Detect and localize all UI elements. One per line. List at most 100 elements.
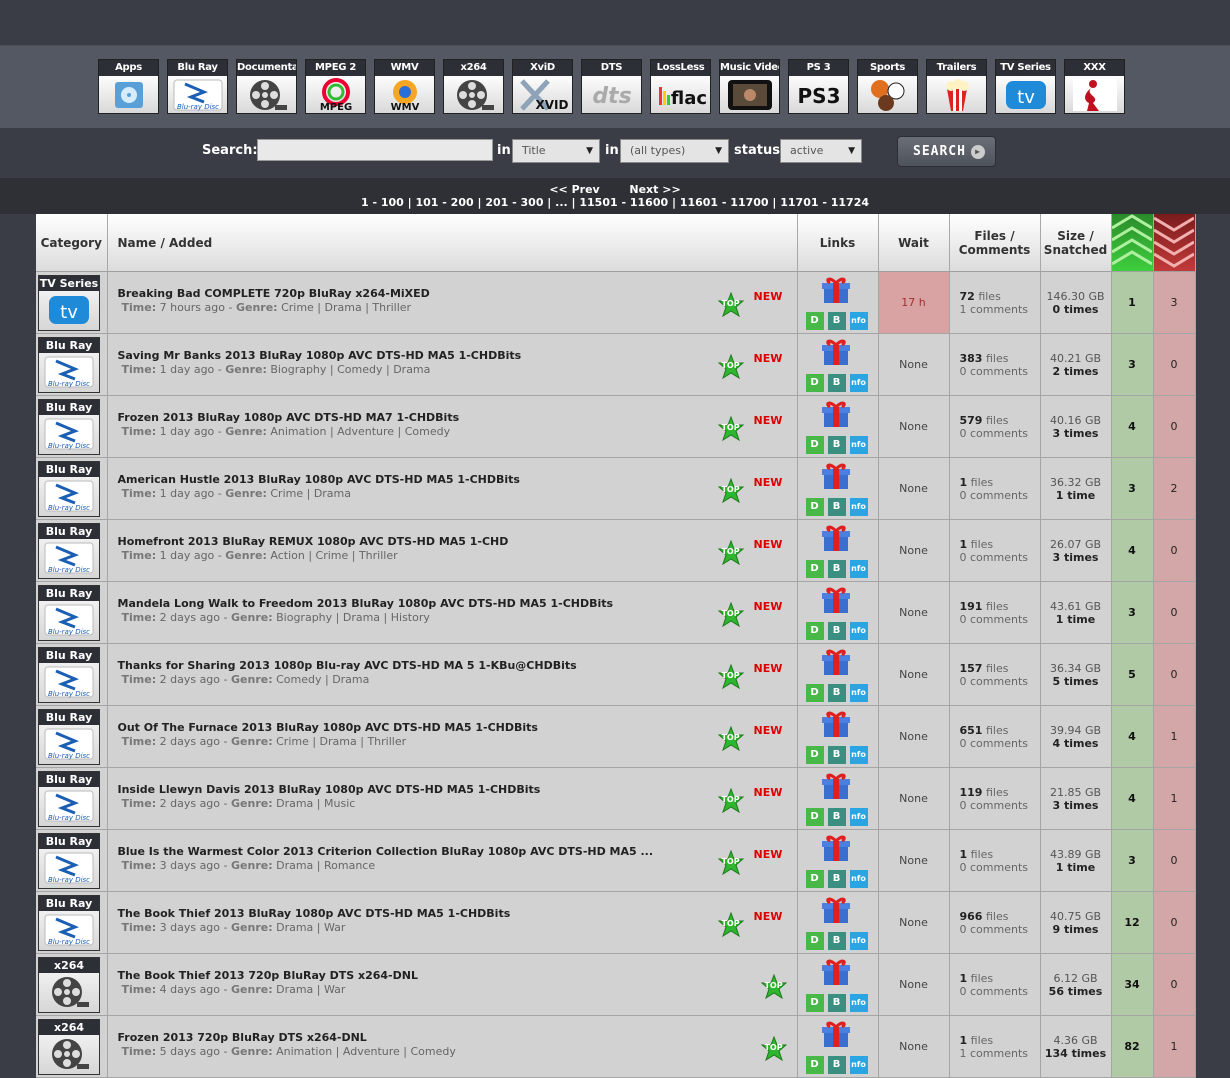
files-count[interactable]: 1	[960, 476, 968, 489]
snatched-value[interactable]: 1 time	[1056, 613, 1095, 626]
col-files-header[interactable]: Files / Comments	[949, 214, 1041, 272]
files-count[interactable]: 1	[960, 538, 968, 551]
table-row[interactable]: TV Series tv Breaking Bad COMPLETE 720p Bl…	[36, 271, 1196, 334]
download-button[interactable]: D	[805, 560, 824, 578]
table-row[interactable]: Blu Ray Blu-ray Disc The Book Thief 2013 B…	[36, 891, 1196, 954]
row-category-badge[interactable]: Blu Ray Blu-ray Disc	[38, 894, 100, 951]
files-count[interactable]: 1	[960, 972, 968, 985]
col-category-header[interactable]: Category	[36, 214, 108, 272]
nfo-button[interactable]: nfo	[849, 622, 868, 640]
leechers-cell[interactable]: 0	[1153, 333, 1196, 396]
snatched-value[interactable]: 3 times	[1053, 427, 1099, 440]
comments-count[interactable]: 0	[960, 861, 967, 874]
bookmark-button[interactable]: B	[827, 374, 846, 392]
category-cell[interactable]: Blu Ray Blu-ray Disc	[36, 891, 108, 954]
comments-count[interactable]: 0	[960, 489, 967, 502]
status-select[interactable]: active ▼	[780, 139, 862, 163]
files-count[interactable]: 157	[960, 662, 983, 675]
gift-icon[interactable]	[821, 276, 851, 304]
torrent-title-link[interactable]: Out Of The Furnace 2013 BluRay 1080p AVC…	[118, 721, 538, 734]
leechers-cell[interactable]: 1	[1153, 767, 1196, 830]
row-category-badge[interactable]: Blu Ray Blu-ray Disc	[38, 770, 100, 827]
gift-icon[interactable]	[821, 710, 851, 738]
row-category-badge[interactable]: x264	[38, 956, 100, 1013]
leechers-cell[interactable]: 1	[1153, 705, 1196, 768]
category-dts[interactable]: DTS dts	[581, 59, 642, 114]
nfo-button[interactable]: nfo	[849, 1056, 868, 1074]
bookmark-button[interactable]: B	[827, 622, 846, 640]
download-button[interactable]: D	[805, 746, 824, 764]
row-category-badge[interactable]: Blu Ray Blu-ray Disc	[38, 832, 100, 889]
table-row[interactable]: Blu Ray Blu-ray Disc Saving Mr Banks 2013 …	[36, 333, 1196, 396]
comments-count[interactable]: 1	[960, 303, 967, 316]
col-leechers-header[interactable]	[1153, 214, 1196, 272]
row-category-badge[interactable]: Blu Ray Blu-ray Disc	[38, 460, 100, 517]
snatched-value[interactable]: 3 times	[1053, 551, 1099, 564]
bookmark-button[interactable]: B	[827, 436, 846, 454]
row-category-badge[interactable]: Blu Ray Blu-ray Disc	[38, 708, 100, 765]
gift-icon[interactable]	[821, 648, 851, 676]
category-wmv[interactable]: WMV WMV	[374, 59, 435, 114]
nfo-button[interactable]: nfo	[849, 498, 868, 516]
category-cell[interactable]: Blu Ray Blu-ray Disc	[36, 643, 108, 706]
seeders-cell[interactable]: 4	[1111, 519, 1154, 582]
leechers-cell[interactable]: 0	[1153, 891, 1196, 954]
leechers-cell[interactable]: 2	[1153, 457, 1196, 520]
search-field-select[interactable]: Title ▼	[512, 139, 600, 163]
category-xvid[interactable]: XviD XVID	[512, 59, 573, 114]
download-button[interactable]: D	[805, 1056, 824, 1074]
table-row[interactable]: Blu Ray Blu-ray Disc American Hustle 2013 …	[36, 457, 1196, 520]
gift-icon[interactable]	[821, 524, 851, 552]
snatched-value[interactable]: 2 times	[1053, 365, 1099, 378]
leechers-cell[interactable]: 0	[1153, 829, 1196, 892]
torrent-title-link[interactable]: Blue Is the Warmest Color 2013 Criterion…	[118, 845, 654, 858]
category-lossless[interactable]: LossLess flac	[650, 59, 711, 114]
category-cell[interactable]: Blu Ray Blu-ray Disc	[36, 767, 108, 830]
bookmark-button[interactable]: B	[827, 684, 846, 702]
nfo-button[interactable]: nfo	[849, 808, 868, 826]
files-count[interactable]: 651	[960, 724, 983, 737]
torrent-title-link[interactable]: Thanks for Sharing 2013 1080p Blu-ray AV…	[118, 659, 577, 672]
table-row[interactable]: Blu Ray Blu-ray Disc Thanks for Sharing 20…	[36, 643, 1196, 706]
torrent-title-link[interactable]: Mandela Long Walk to Freedom 2013 BluRay…	[118, 597, 614, 610]
table-row[interactable]: Blu Ray Blu-ray Disc Homefront 2013 BluRay…	[36, 519, 1196, 582]
search-input[interactable]	[257, 139, 493, 161]
seeders-cell[interactable]: 3	[1111, 457, 1154, 520]
category-documentary[interactable]: Documentary	[236, 59, 297, 114]
download-button[interactable]: D	[805, 994, 824, 1012]
category-cell[interactable]: Blu Ray Blu-ray Disc	[36, 581, 108, 644]
gift-icon[interactable]	[821, 896, 851, 924]
leechers-cell[interactable]: 1	[1153, 1015, 1196, 1078]
nfo-button[interactable]: nfo	[849, 994, 868, 1012]
category-x264[interactable]: x264	[443, 59, 504, 114]
gift-icon[interactable]	[821, 1020, 851, 1048]
gift-icon[interactable]	[821, 338, 851, 366]
bookmark-button[interactable]: B	[827, 808, 846, 826]
seeders-cell[interactable]: 12	[1111, 891, 1154, 954]
seeders-cell[interactable]: 34	[1111, 953, 1154, 1016]
nfo-button[interactable]: nfo	[849, 560, 868, 578]
bookmark-button[interactable]: B	[827, 932, 846, 950]
download-button[interactable]: D	[805, 808, 824, 826]
gift-icon[interactable]	[821, 958, 851, 986]
seeders-cell[interactable]: 3	[1111, 581, 1154, 644]
category-cell[interactable]: x264	[36, 1015, 108, 1078]
comments-count[interactable]: 0	[960, 551, 967, 564]
bookmark-button[interactable]: B	[827, 560, 846, 578]
torrent-title-link[interactable]: American Hustle 2013 BluRay 1080p AVC DT…	[118, 473, 520, 486]
category-sports[interactable]: Sports	[857, 59, 918, 114]
torrent-title-link[interactable]: Breaking Bad COMPLETE 720p BluRay x264-M…	[118, 287, 430, 300]
row-category-badge[interactable]: TV Series tv	[38, 274, 100, 331]
nfo-button[interactable]: nfo	[849, 746, 868, 764]
gift-icon[interactable]	[821, 400, 851, 428]
category-cell[interactable]: Blu Ray Blu-ray Disc	[36, 333, 108, 396]
leechers-cell[interactable]: 0	[1153, 643, 1196, 706]
leechers-cell[interactable]: 0	[1153, 519, 1196, 582]
files-count[interactable]: 579	[960, 414, 983, 427]
comments-count[interactable]: 0	[960, 675, 967, 688]
torrent-title-link[interactable]: Frozen 2013 BluRay 1080p AVC DTS-HD MA7 …	[118, 411, 460, 424]
category-tv-series[interactable]: TV Series tv	[995, 59, 1056, 114]
table-row[interactable]: x264 Frozen 2013 720p BluRay DTS x264-DNL…	[36, 1015, 1196, 1078]
comments-count[interactable]: 0	[960, 923, 967, 936]
table-row[interactable]: Blu Ray Blu-ray Disc Out Of The Furnace 20…	[36, 705, 1196, 768]
